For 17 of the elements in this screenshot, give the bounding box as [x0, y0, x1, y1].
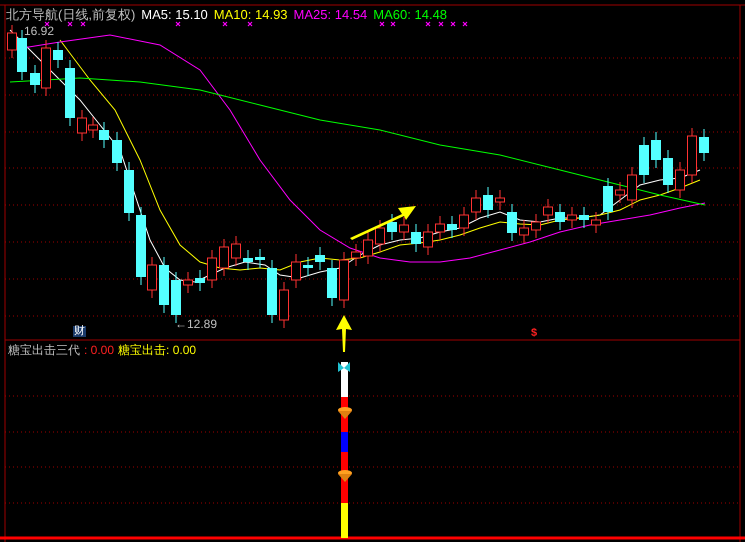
chart-title: 北方导航(日线,前复权): [6, 8, 136, 21]
ingot-icon: [338, 470, 352, 482]
price-label: ←12.89: [175, 318, 218, 330]
moving-average-value: MA60: 14.48: [373, 8, 448, 21]
moving-average-value: MA5: 15.10: [141, 8, 208, 21]
price-label: 16.92: [24, 25, 54, 37]
moving-average-value: MA25: 14.54: [294, 8, 368, 21]
arrow-icon: [336, 315, 352, 352]
arrow-icon: [350, 206, 416, 240]
ingot-icon: [338, 407, 352, 419]
signal-mark: $: [531, 328, 538, 339]
indicator-value: : 0.00: [84, 344, 114, 356]
moving-average-value: MA10: 14.93: [214, 8, 288, 21]
indicator-name: 糖宝出击三代: [8, 344, 80, 356]
butterfly-icon: [338, 362, 350, 372]
indicator-series-value: 糖宝出击: 0.00: [118, 344, 196, 356]
finance-badge: 财: [73, 326, 86, 337]
